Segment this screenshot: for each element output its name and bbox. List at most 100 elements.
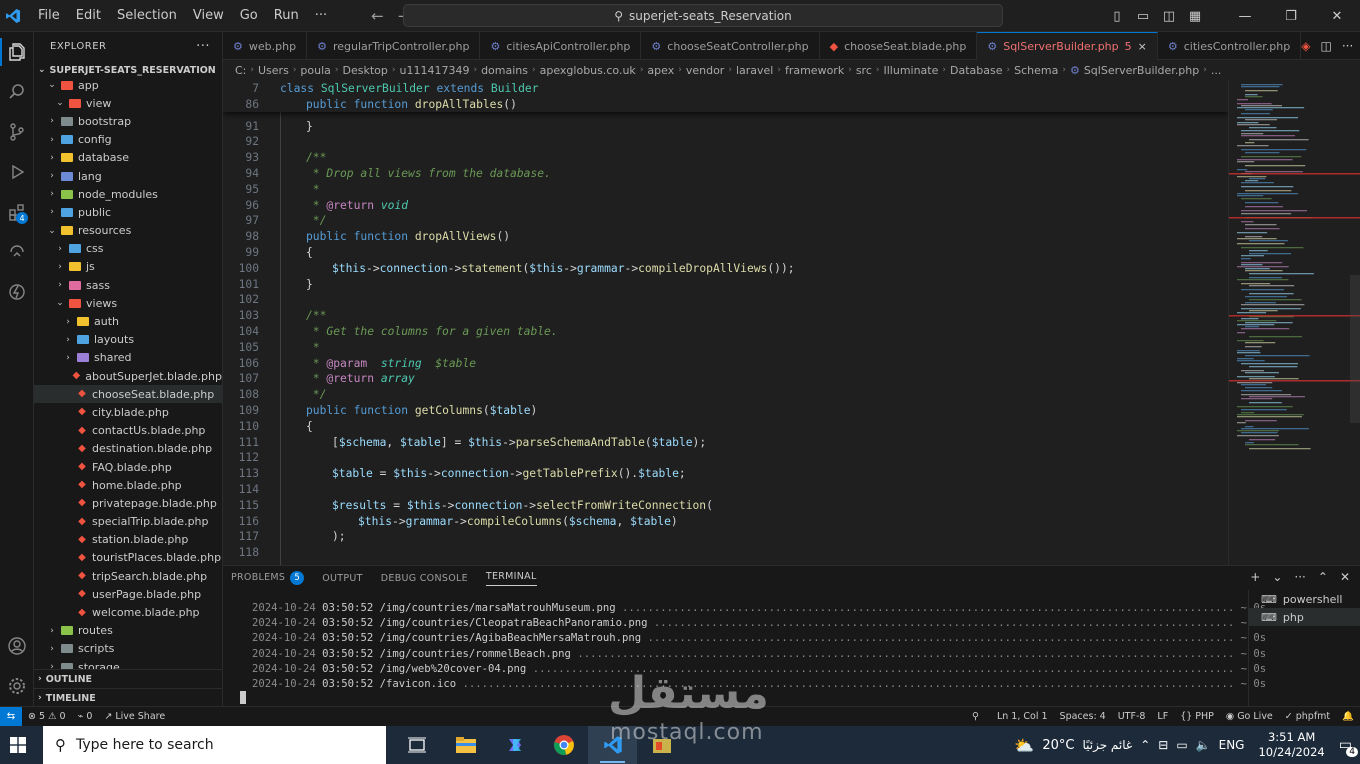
ports-status[interactable]: ⌁ 0 bbox=[72, 711, 99, 722]
breadcrumb-item[interactable]: Users bbox=[258, 64, 289, 77]
speaker-icon[interactable]: 🔈 bbox=[1196, 738, 1211, 752]
compare-icon[interactable]: ◈ bbox=[1301, 39, 1310, 53]
editor-tab[interactable]: ⚙ regularTripController.php bbox=[307, 32, 481, 60]
run-debug-icon[interactable] bbox=[0, 152, 34, 192]
taskbar-search[interactable]: ⚲ Type here to search bbox=[43, 726, 386, 764]
folder-item[interactable]: › config bbox=[34, 131, 222, 149]
split-editor-icon[interactable]: ◫ bbox=[1320, 39, 1331, 53]
remote-explorer-icon[interactable] bbox=[0, 232, 34, 272]
folder-item[interactable]: › auth bbox=[34, 312, 222, 330]
file-item[interactable]: ◆ FAQ.blade.php bbox=[34, 458, 222, 476]
code-line[interactable]: 91} bbox=[223, 118, 1228, 134]
folder-item[interactable]: ⌄ views bbox=[34, 294, 222, 312]
search-view-icon[interactable] bbox=[0, 72, 34, 112]
minimize-icon[interactable]: — bbox=[1222, 9, 1268, 24]
go-live[interactable]: ◉ Go Live bbox=[1220, 711, 1279, 722]
breadcrumb-item[interactable]: poula bbox=[300, 64, 330, 77]
language-mode[interactable]: {} PHP bbox=[1174, 711, 1220, 722]
menu-view[interactable]: View bbox=[185, 8, 232, 23]
close-tab-icon[interactable]: × bbox=[1138, 40, 1147, 53]
breadcrumb-item[interactable]: SqlServerBuilder.php bbox=[1084, 64, 1199, 77]
notification-center-icon[interactable]: ▭ 4 bbox=[1339, 737, 1358, 757]
more-actions-icon[interactable]: ··· bbox=[1342, 39, 1353, 53]
code-line[interactable]: 106 * @param string $table bbox=[223, 355, 1228, 371]
code-line[interactable]: 103 /** bbox=[223, 308, 1228, 324]
command-center-search[interactable]: ⚲ superjet-seats_Reservation bbox=[403, 4, 1003, 27]
breadcrumb-item[interactable]: domains bbox=[481, 64, 528, 77]
code-line[interactable]: 117); bbox=[223, 529, 1228, 545]
code-line[interactable]: 114 bbox=[223, 481, 1228, 497]
task-view-icon[interactable] bbox=[392, 726, 441, 764]
sticky-scroll-header[interactable]: 7 class SqlServerBuilder extends Builder 8… bbox=[223, 80, 1228, 112]
tab-output[interactable]: OUTPUT bbox=[322, 573, 363, 584]
terminal-dropdown-icon[interactable]: ⌄ bbox=[1272, 570, 1282, 584]
menu-edit[interactable]: Edit bbox=[68, 8, 109, 23]
file-item[interactable]: ◆ welcome.blade.php bbox=[34, 603, 222, 621]
sticky-line[interactable]: 7 class SqlServerBuilder extends Builder bbox=[223, 80, 1228, 96]
menu-go[interactable]: Go bbox=[232, 8, 266, 23]
manage-gear-icon[interactable] bbox=[0, 666, 34, 706]
outline-section[interactable]: › OUTLINE bbox=[34, 669, 222, 688]
keyboard-language[interactable]: ENG bbox=[1219, 738, 1245, 752]
code-line[interactable]: 118 bbox=[223, 545, 1228, 561]
breadcrumb-item[interactable]: framework bbox=[785, 64, 844, 77]
breadcrumb-item[interactable]: C: bbox=[235, 64, 246, 77]
maximize-panel-icon[interactable]: ⌃ bbox=[1318, 570, 1328, 584]
code-line[interactable]: 99 { bbox=[223, 244, 1228, 260]
minimap-scrollbar[interactable] bbox=[1350, 275, 1360, 423]
editor-tab[interactable]: ⚙ chooseSeatController.php bbox=[641, 32, 820, 60]
folder-item[interactable]: › css bbox=[34, 240, 222, 258]
explorer-more-icon[interactable]: ··· bbox=[196, 39, 210, 54]
file-item[interactable]: ◆ aboutSuperJet.blade.php bbox=[34, 367, 222, 385]
folder-item[interactable]: › lang bbox=[34, 167, 222, 185]
code-line[interactable]: 92 bbox=[223, 134, 1228, 150]
code-line[interactable]: 110 { bbox=[223, 418, 1228, 434]
code-line[interactable]: 116 $this->grammar->compileColumns($schem… bbox=[223, 513, 1228, 529]
code-line[interactable]: 111 [$schema, $table] = $this->parseSchem… bbox=[223, 434, 1228, 450]
live-share-status[interactable]: ↗ Live Share bbox=[98, 711, 171, 722]
customize-layout-icon[interactable]: ▦ bbox=[1182, 9, 1208, 24]
back-arrow-icon[interactable]: ← bbox=[371, 7, 384, 25]
panel-more-icon[interactable]: ··· bbox=[1294, 570, 1305, 584]
encoding[interactable]: UTF-8 bbox=[1112, 711, 1152, 722]
file-item[interactable]: ◆ privatepage.blade.php bbox=[34, 494, 222, 512]
copilot-icon[interactable] bbox=[490, 726, 539, 764]
file-item[interactable]: ◆ touristPlaces.blade.php bbox=[34, 549, 222, 567]
code-line[interactable]: 115 $results = $this->connection->selectF… bbox=[223, 497, 1228, 513]
folder-item[interactable]: › js bbox=[34, 258, 222, 276]
battery-icon[interactable]: ▭ bbox=[1176, 738, 1187, 752]
weather-temp[interactable]: 20°C bbox=[1042, 738, 1074, 753]
editor-tab[interactable]: ⚙ SqlServerBuilder.php 5 × bbox=[977, 32, 1158, 60]
code-line[interactable]: 95 * bbox=[223, 181, 1228, 197]
editor-tab[interactable]: ⚙ citiesApiController.php bbox=[480, 32, 642, 60]
tab-terminal[interactable]: TERMINAL bbox=[485, 571, 537, 586]
tab-debug-console[interactable]: DEBUG CONSOLE bbox=[381, 573, 468, 584]
folder-item[interactable]: › bootstrap bbox=[34, 112, 222, 130]
breadcrumb-item[interactable]: u111417349 bbox=[400, 64, 470, 77]
remote-indicator-icon[interactable]: ⇆ bbox=[0, 706, 22, 727]
file-item[interactable]: ◆ specialTrip.blade.php bbox=[34, 513, 222, 531]
code-line[interactable]: 101} bbox=[223, 276, 1228, 292]
breadcrumb-item[interactable]: Illuminate bbox=[883, 64, 938, 77]
file-item[interactable]: ◆ tripSearch.blade.php bbox=[34, 567, 222, 585]
breadcrumb-item[interactable]: laravel bbox=[736, 64, 773, 77]
file-item[interactable]: ◆ home.blade.php bbox=[34, 476, 222, 494]
cursor-position[interactable]: Ln 1, Col 1 bbox=[991, 711, 1054, 722]
terminal-php[interactable]: ⌨ php bbox=[1249, 608, 1360, 626]
editor-tab[interactable]: ◆ chooseSeat.blade.php bbox=[820, 32, 978, 60]
windows-start-icon[interactable] bbox=[0, 726, 36, 764]
code-line[interactable]: 113 $table = $this->connection->getTableP… bbox=[223, 466, 1228, 482]
file-item[interactable]: ◆ userPage.blade.php bbox=[34, 585, 222, 603]
file-item[interactable]: ◆ chooseSeat.blade.php bbox=[34, 385, 222, 404]
breadcrumb-item[interactable]: src bbox=[856, 64, 872, 77]
code-editor[interactable]: 7 class SqlServerBuilder extends Builder 8… bbox=[223, 80, 1228, 565]
code-line[interactable]: 108 */ bbox=[223, 387, 1228, 403]
editor-tab[interactable]: ⚙ citiesController.php bbox=[1158, 32, 1302, 60]
folder-item[interactable]: › layouts bbox=[34, 331, 222, 349]
explorer-icon[interactable] bbox=[0, 32, 34, 72]
zoom-icon[interactable]: ⚲ bbox=[960, 711, 991, 722]
code-line[interactable]: 107 * @return array bbox=[223, 371, 1228, 387]
phpfmt[interactable]: ✓ phpfmt bbox=[1279, 711, 1336, 722]
file-item[interactable]: ◆ station.blade.php bbox=[34, 531, 222, 549]
menu-file[interactable]: File bbox=[30, 8, 68, 23]
